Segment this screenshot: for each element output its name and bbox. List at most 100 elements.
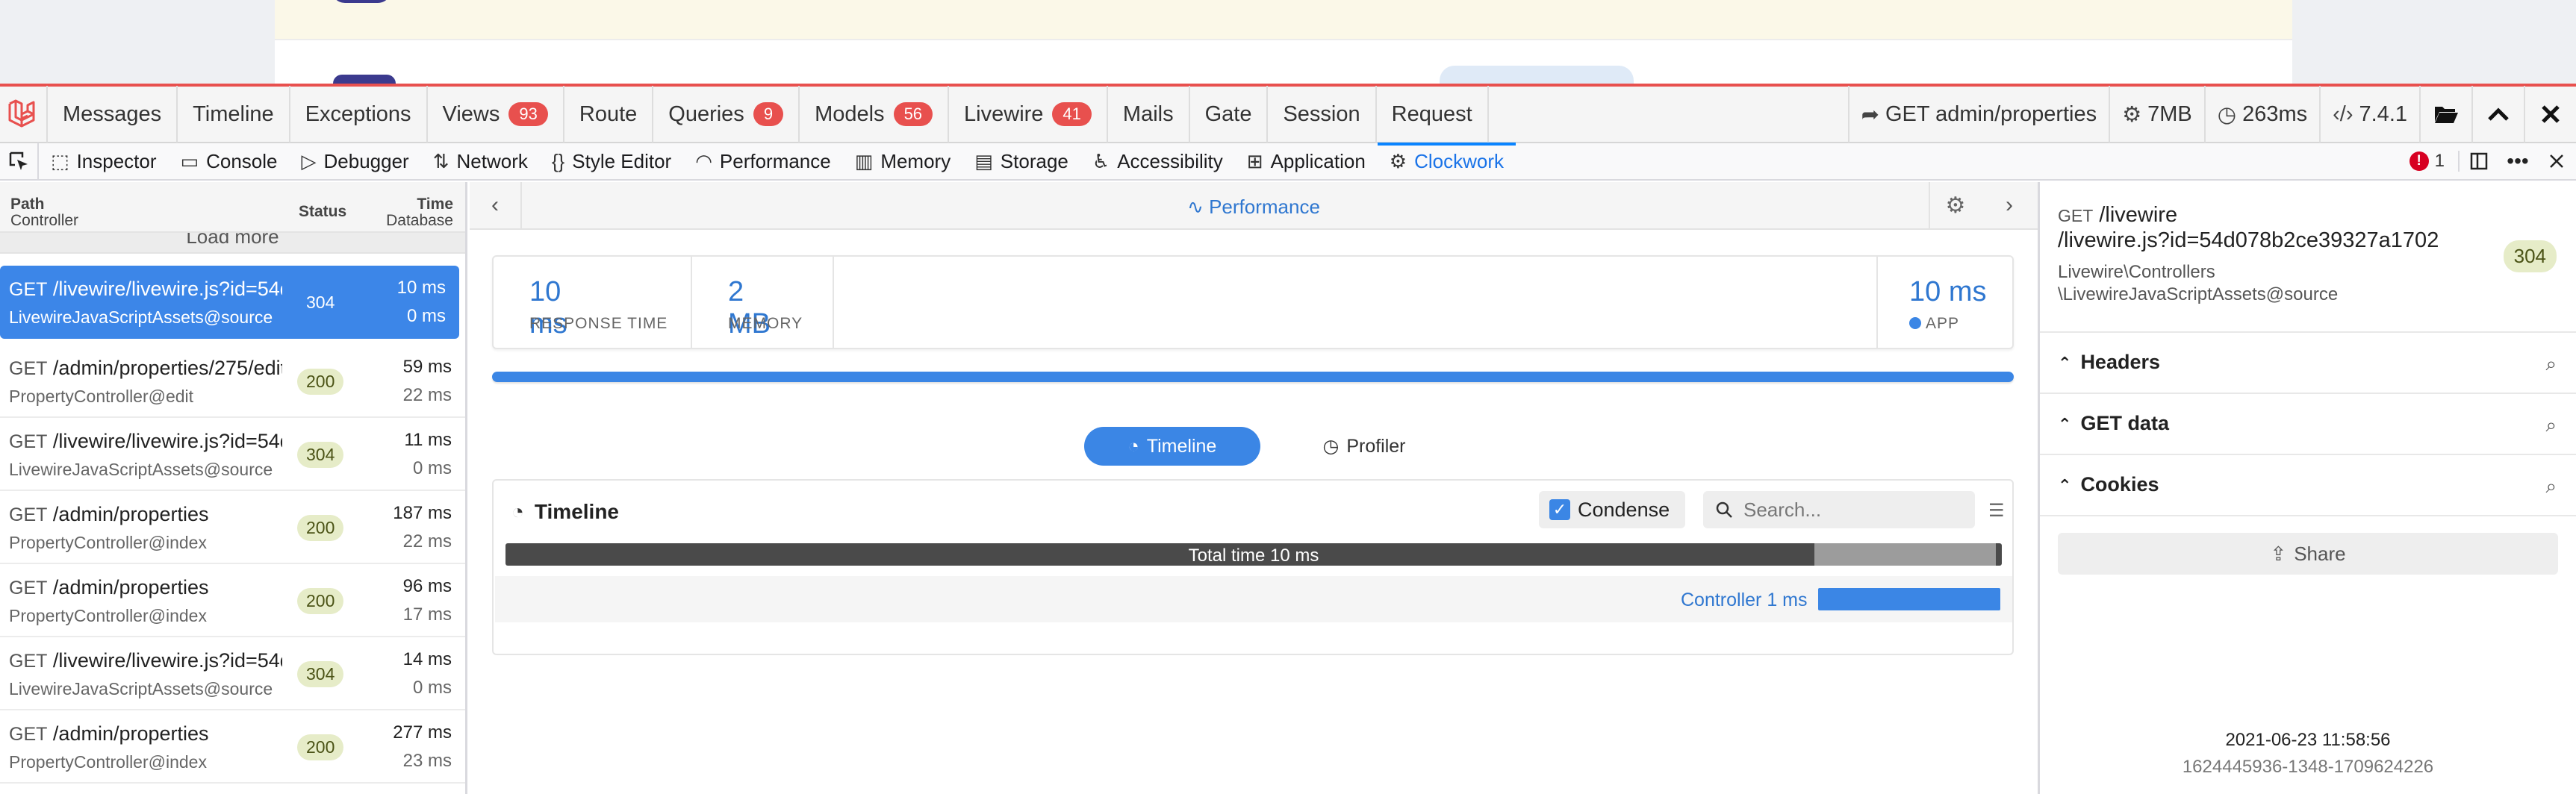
search-icon[interactable]: ⌕ <box>2545 413 2557 437</box>
devtools-tab-application[interactable]: ⊞ Application <box>1235 143 1378 180</box>
debugbar-duration[interactable]: ◷ 263ms <box>2203 86 2319 143</box>
request-list-panel: Path Controller Status Time Database Loa… <box>0 182 467 794</box>
devtools-tab-debugger[interactable]: ▷ Debugger <box>290 143 421 180</box>
section-headers[interactable]: ⌃ Headers ⌕ <box>2040 331 2576 393</box>
request-uri-line1: /livewire <box>2099 203 2178 227</box>
debugbar-tab-label: Mails <box>1122 101 1174 126</box>
checkbox-checked-icon[interactable]: ✓ <box>1549 499 1570 520</box>
debugbar-tab-gate[interactable]: Gate <box>1190 86 1269 143</box>
timeline-search[interactable] <box>1703 491 1975 528</box>
app-value: 10 ms <box>1909 276 1987 307</box>
request-method: GET <box>9 358 48 379</box>
column-time[interactable]: Time <box>417 196 453 213</box>
condense-checkbox[interactable]: ✓ Condense <box>1539 491 1685 528</box>
timeline-event-bar <box>1818 588 2000 610</box>
debugbar-request[interactable]: ➦ GET admin/properties <box>1847 86 2109 143</box>
request-row[interactable]: GET /admin/properties PropertyController@… <box>0 564 465 637</box>
list-view-icon[interactable]: ☰ <box>1988 500 2005 522</box>
section-divider <box>2040 515 2576 516</box>
chevron-right-icon[interactable]: › <box>1981 182 2038 228</box>
debugbar-tab-route[interactable]: Route <box>564 86 654 143</box>
devtools-tab-style-editor[interactable]: {} Style Editor <box>540 143 683 180</box>
devtools-tab-performance[interactable]: ◠ Performance <box>683 143 843 180</box>
search-icon[interactable]: ⌕ <box>2545 475 2557 498</box>
devtools-tab-inspector[interactable]: ⬚ Inspector <box>39 143 169 180</box>
request-time: 277 ms <box>393 722 452 743</box>
column-status[interactable]: Status <box>299 203 346 221</box>
settings-gear-icon[interactable]: ⚙ <box>1929 182 1981 228</box>
error-count[interactable]: ! 1 <box>2396 151 2460 172</box>
request-row[interactable]: GET /livewire/livewire.js?id=54d078b2ce3… <box>0 418 465 491</box>
application-icon: ⊞ <box>1246 149 1263 172</box>
column-path[interactable]: Path <box>10 196 45 213</box>
request-path-label: /admin/properties <box>52 722 209 745</box>
timeline-pie-icon: ◔ <box>511 500 524 523</box>
folder-open-icon[interactable] <box>2419 86 2471 143</box>
load-more-button[interactable]: Load more <box>0 233 465 254</box>
debugbar-php-version[interactable]: ‹/› 7.4.1 <box>2319 86 2419 143</box>
devtools-tab-label: Network <box>456 149 528 172</box>
close-icon[interactable] <box>2524 86 2576 143</box>
request-method: GET <box>9 651 48 672</box>
debugbar-tab-messages[interactable]: Messages <box>48 86 178 143</box>
request-details-panel: GET /livewire /livewire.js?id=54d078b2ce… <box>2038 182 2576 794</box>
devtools-tab-accessibility[interactable]: ♿ Accessibility <box>1080 143 1235 180</box>
website-viewport <box>0 0 2576 88</box>
devtools-tab-storage[interactable]: ▤ Storage <box>962 143 1080 180</box>
chevron-up-icon[interactable] <box>2471 86 2524 143</box>
request-controller: LivewireJavaScriptAssets@source <box>9 460 273 479</box>
request-db-time: 0 ms <box>406 306 446 326</box>
section-cookies[interactable]: ⌃ Cookies ⌕ <box>2040 454 2576 515</box>
dock-side-icon[interactable] <box>2460 143 2498 180</box>
request-row[interactable]: GET /livewire/livewire.js?id=54d078b2ce3… <box>0 637 465 710</box>
request-list: GET /livewire/livewire.js?id=54d078b2ce3… <box>0 266 465 784</box>
status-badge: 304 <box>2503 240 2557 272</box>
request-controller: PropertyController@index <box>9 606 207 625</box>
section-get-data[interactable]: ⌃ GET data ⌕ <box>2040 393 2576 454</box>
debugger-icon: ▷ <box>301 149 317 172</box>
request-db-time: 0 ms <box>412 678 452 698</box>
element-picker-icon[interactable] <box>0 143 39 180</box>
debugbar-request-label: GET admin/properties <box>1885 101 2097 126</box>
section-get-data-label: GET data <box>2080 412 2169 434</box>
debugbar-memory[interactable]: ⚙ 7MB <box>2109 86 2204 143</box>
devtools-tab-label: Inspector <box>76 149 157 172</box>
debugbar-tab-session[interactable]: Session <box>1268 86 1377 143</box>
debugbar-tab-request[interactable]: Request <box>1377 86 1489 143</box>
debugbar-tab-queries[interactable]: Queries 9 <box>653 86 800 143</box>
devtools-tab-console[interactable]: ▭ Console <box>169 143 290 180</box>
request-row[interactable]: GET /admin/properties PropertyController@… <box>0 491 465 564</box>
status-badge: 304 <box>297 442 344 468</box>
request-path: GET /admin/properties <box>9 722 282 745</box>
devtools-close-icon[interactable] <box>2537 143 2576 180</box>
code-icon: ‹/› <box>2333 101 2353 126</box>
devtools-tab-memory[interactable]: ▥ Memory <box>843 143 962 180</box>
laravel-logo-icon[interactable] <box>0 86 48 143</box>
website-content-panel <box>275 0 2292 84</box>
timeline-toggle-button[interactable]: ◔ Timeline <box>1084 427 1260 466</box>
debugbar-tab-mails[interactable]: Mails <box>1108 86 1190 143</box>
debugbar-php-label: 7.4.1 <box>2359 101 2408 126</box>
request-row[interactable]: GET /livewire/livewire.js?id=54d078b2ce3… <box>0 266 459 339</box>
debugbar-memory-label: 7MB <box>2147 101 2192 126</box>
search-input[interactable] <box>1743 498 1960 522</box>
timeline-event-row[interactable]: Controller 1 ms <box>495 576 2012 622</box>
error-count-label: 1 <box>2434 151 2445 171</box>
debugbar-tab-views[interactable]: Views 93 <box>428 86 564 143</box>
debugbar-tab-exceptions[interactable]: Exceptions <box>290 86 428 143</box>
debugbar-tab-timeline[interactable]: Timeline <box>178 86 290 143</box>
debugbar-tab-models[interactable]: Models 56 <box>800 86 950 143</box>
more-options-icon[interactable]: ••• <box>2498 143 2537 180</box>
performance-title[interactable]: ∿ Performance <box>470 196 2038 219</box>
request-row[interactable]: GET /admin/properties/275/edit PropertyCo… <box>0 345 465 418</box>
request-row[interactable]: GET /admin/properties PropertyController@… <box>0 710 465 784</box>
devtools-tab-network[interactable]: ⇅ Network <box>421 143 540 180</box>
clockwork-gear-icon: ⚙ <box>1389 149 1407 172</box>
share-button[interactable]: ⇪ Share <box>2058 533 2558 575</box>
search-icon[interactable]: ⌕ <box>2545 352 2557 376</box>
profiler-toggle-button[interactable]: ◷ Profiler <box>1297 427 1431 466</box>
debugbar-tab-livewire[interactable]: Livewire 41 <box>949 86 1108 143</box>
devtools-tab-clockwork[interactable]: ⚙ Clockwork <box>1377 143 1516 180</box>
request-method: GET <box>9 279 48 300</box>
share-arrow-icon: ➦ <box>1861 102 1879 127</box>
